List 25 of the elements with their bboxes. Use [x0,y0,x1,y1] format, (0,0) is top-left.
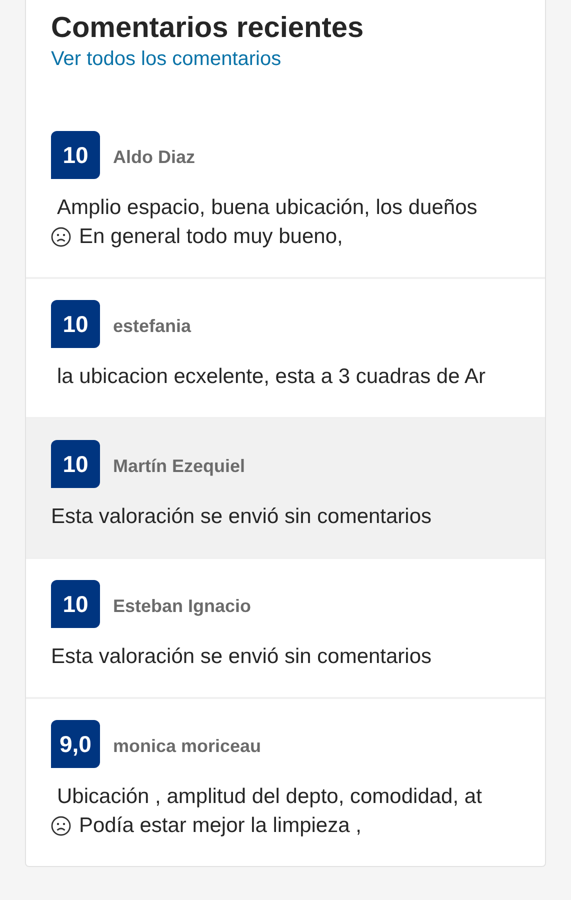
reviewer-name: Martín Ezequiel [113,456,246,476]
review-text: Amplio espacio, buena ubicación, los dueños [57,195,478,221]
review-text: En general todo muy bueno, [79,224,343,250]
score-badge: 10 [51,300,100,348]
score-badge: 10 [51,440,100,488]
reviewer-name: monica moriceau [113,736,262,756]
review-item[interactable]: 10 Martín Ezequiel Esta valoración se envió sin comentarios [26,419,545,559]
reviewer-name: Aldo Diaz [113,146,196,168]
no-comment-text: Esta valoración se envió sin comentarios [51,504,432,530]
no-comment-text: Esta valoración se envió sin comentarios [51,644,432,670]
score-badge: 10 [51,131,100,179]
see-all-link[interactable]: Ver todos los comentarios [51,46,282,72]
section-title: Comentarios recientes [51,11,364,46]
review-text: Ubicación , amplitud del depto, comodidad, at [57,784,482,810]
review-item[interactable]: 9,0 monica moriceau Ubicación , amplitud del depto, comodidad, at Podía estar mejor la limpieza , [26,699,545,866]
review-item[interactable]: 10 Esteban Ignacio Esta valoración se envió sin comentarios [26,559,545,699]
score-badge: 9,0 [51,720,100,768]
sad-face-icon [51,816,71,836]
review-text: Podía estar mejor la limpieza , [79,813,362,839]
reviewer-name: Esteban Ignacio [113,596,252,616]
review-item[interactable]: 10 Aldo Diaz Amplio espacio, buena ubicación, los dueños En general todo muy bueno, [26,110,545,279]
reviewer-name: estefania [113,316,192,336]
sad-face-icon [51,226,71,246]
review-text: la ubicacion ecxelente, esta a 3 cuadras de Ar [57,364,486,390]
score-badge: 10 [51,580,100,628]
